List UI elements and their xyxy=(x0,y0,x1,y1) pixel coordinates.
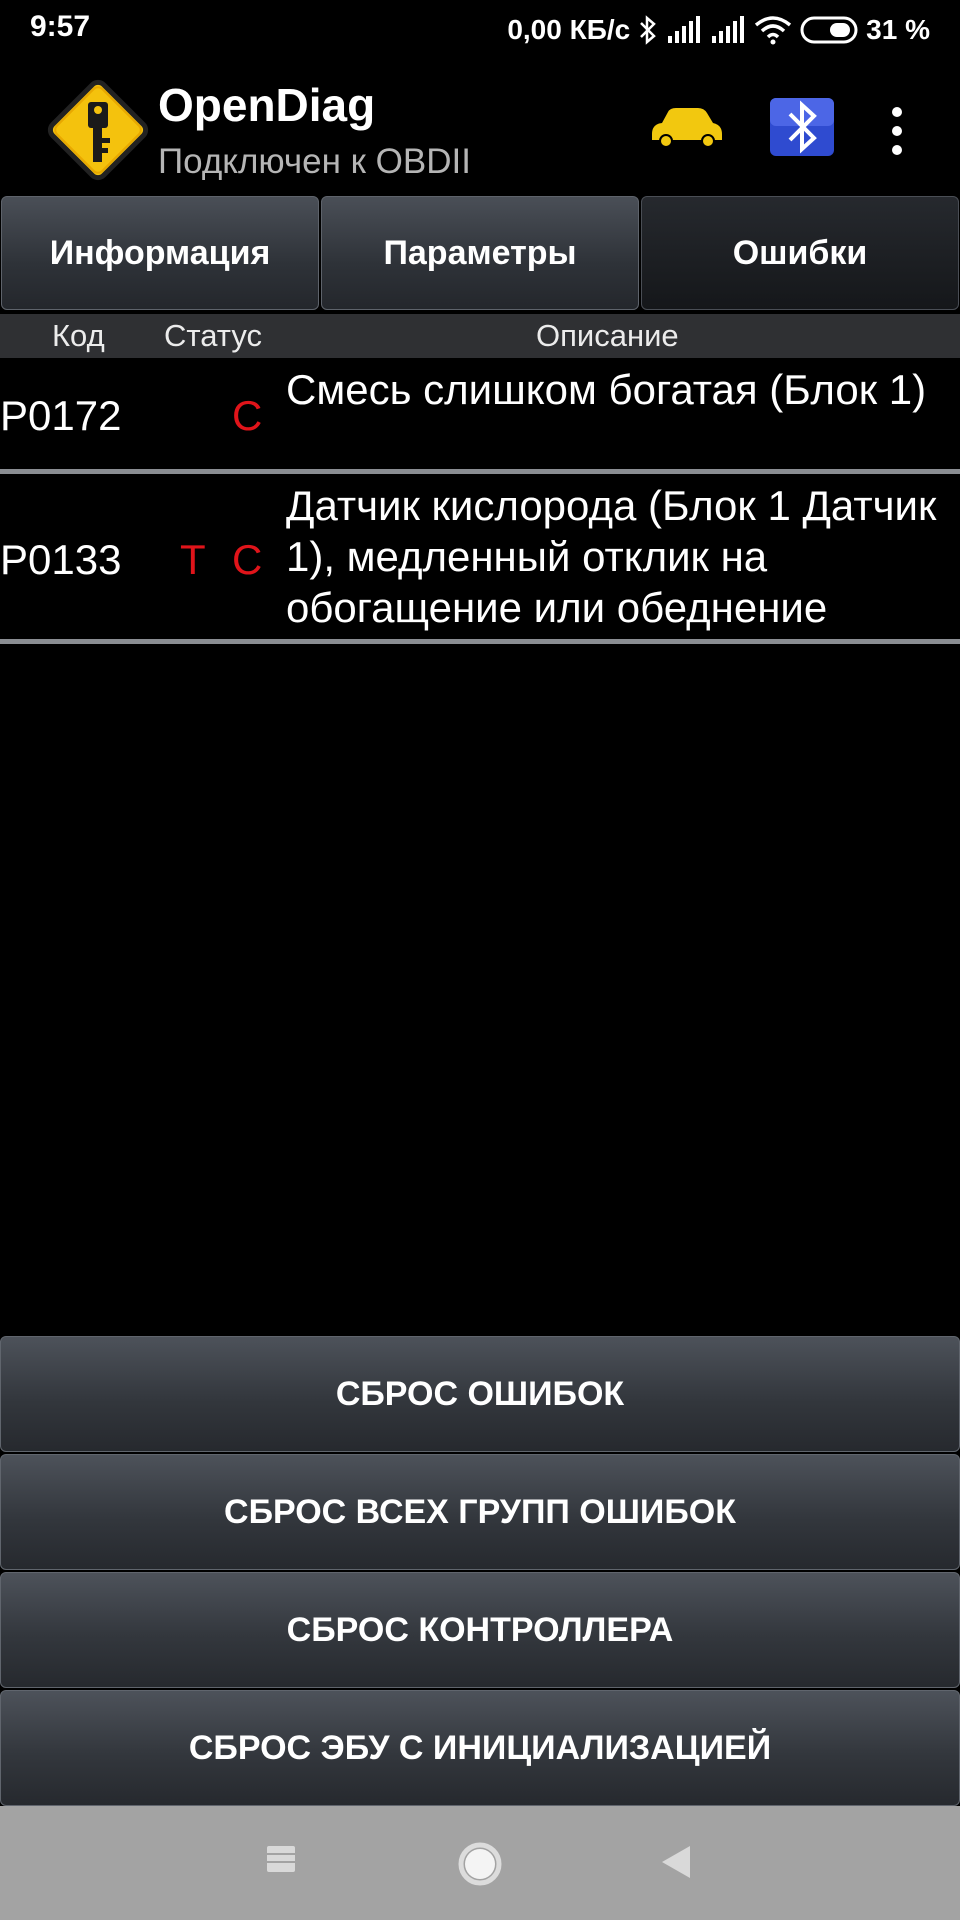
reset-all-groups-button[interactable]: СБРОС ВСЕХ ГРУПП ОШИБОК xyxy=(0,1454,960,1570)
bluetooth-adapter-icon[interactable] xyxy=(768,96,836,158)
status-time: 9:57 xyxy=(30,10,91,43)
status-flag-c: C xyxy=(232,392,263,439)
status-flag-c: C xyxy=(232,536,263,583)
reset-errors-button[interactable]: СБРОС ОШИБОК xyxy=(0,1336,960,1452)
error-code: P0172 xyxy=(0,392,122,439)
signal-icon xyxy=(668,16,701,43)
home-icon[interactable] xyxy=(456,1840,504,1888)
app-logo-icon xyxy=(47,79,149,181)
table-row[interactable]: P0133 T C Датчик кислорода (Блок 1 Датчи… xyxy=(0,476,960,644)
error-description: Смесь слишком богатая (Блок 1) xyxy=(286,366,927,413)
car-icon[interactable] xyxy=(646,104,726,150)
wifi-icon xyxy=(755,16,792,45)
status-right: 0,00 КБ/с 31 % xyxy=(507,10,930,50)
reset-controller-button[interactable]: СБРОС КОНТРОЛЛЕРА xyxy=(0,1572,960,1688)
error-description: Датчик кислорода (Блок 1 Датчик 1), медл… xyxy=(286,482,937,631)
signal-icon xyxy=(712,16,745,43)
error-code: P0133 xyxy=(0,536,122,583)
table-row[interactable]: P0172 C Смесь слишком богатая (Блок 1) xyxy=(0,360,960,474)
tab-bar: Информация Параметры Ошибки xyxy=(0,196,960,312)
navigation-bar xyxy=(0,1806,960,1920)
tab-errors[interactable]: Ошибки xyxy=(641,196,959,310)
app-title: OpenDiag xyxy=(158,79,376,131)
connection-status: Подключен к OBDII xyxy=(158,142,471,181)
status-bar: 9:57 0,00 КБ/с 31 % xyxy=(0,0,960,60)
header-code: Код xyxy=(52,318,105,353)
battery-level: 31 % xyxy=(866,14,930,45)
more-vert-icon[interactable] xyxy=(882,104,912,158)
reset-ecu-init-button[interactable]: СБРОС ЭБУ С ИНИЦИАЛИЗАЦИЕЙ xyxy=(0,1690,960,1806)
status-flag-t: T xyxy=(180,536,206,583)
header-description: Описание xyxy=(536,318,679,353)
app-bar: OpenDiag Подключен к OBDII xyxy=(0,60,960,195)
recents-icon[interactable] xyxy=(266,1844,296,1874)
network-speed: 0,00 КБ/с xyxy=(507,14,631,45)
bluetooth-icon xyxy=(640,15,657,45)
tab-parameters[interactable]: Параметры xyxy=(321,196,639,310)
table-header: Код Статус Описание xyxy=(0,314,960,358)
tab-information[interactable]: Информация xyxy=(1,196,319,310)
battery-icon xyxy=(800,16,858,44)
header-status: Статус xyxy=(164,318,262,353)
back-icon[interactable] xyxy=(660,1844,692,1880)
